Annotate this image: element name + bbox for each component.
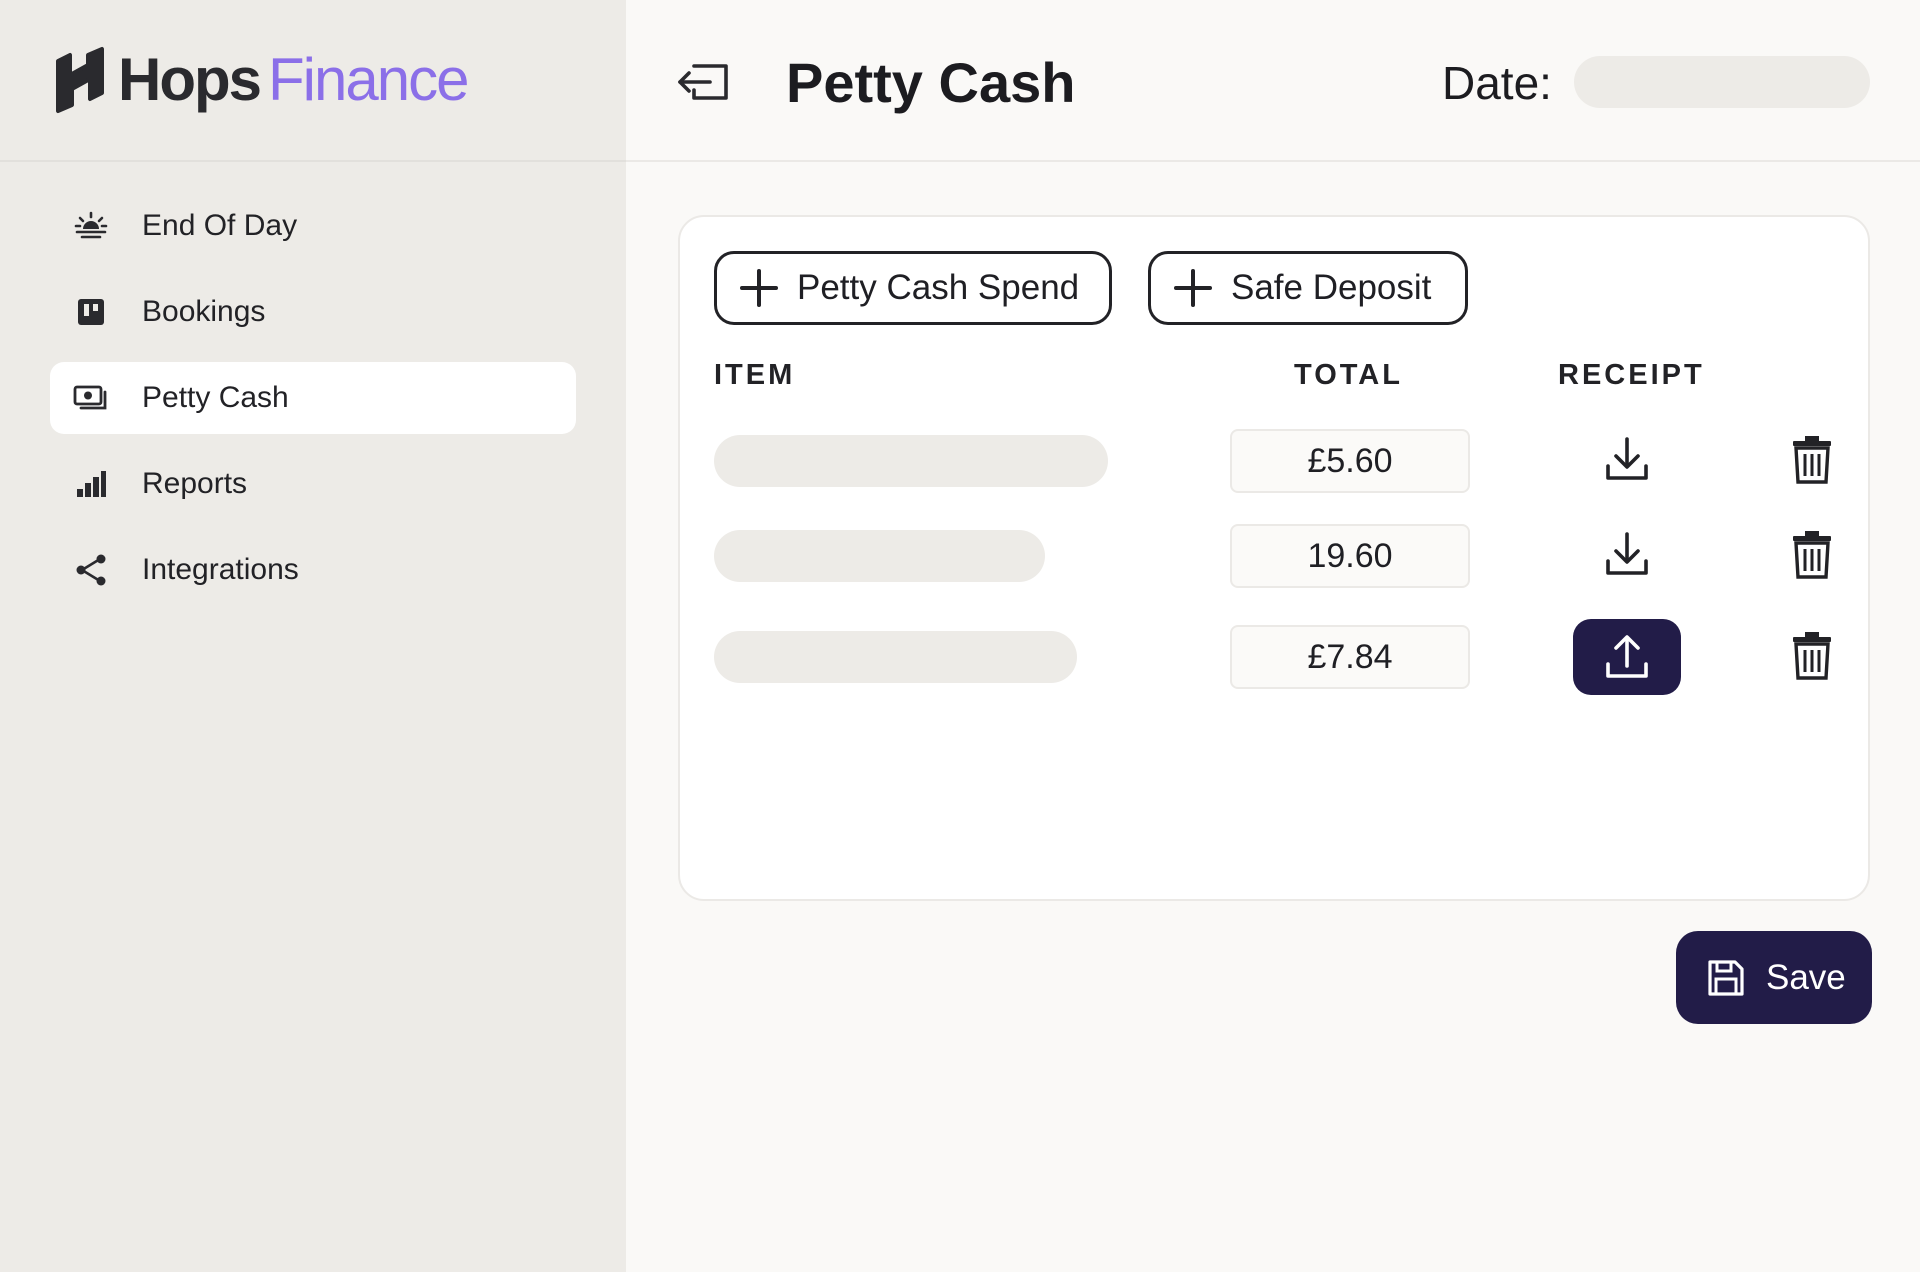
exit-icon — [678, 64, 728, 100]
download-receipt-button[interactable] — [1599, 431, 1655, 487]
date-label: Date: — [1442, 57, 1552, 109]
sidebar-item-label: Petty Cash — [142, 381, 289, 414]
sidebar-item-reports[interactable]: Reports — [50, 448, 576, 520]
upload-receipt-button[interactable] — [1573, 619, 1681, 695]
logo-secondary-text: Finance — [268, 46, 469, 113]
plus-icon — [1174, 269, 1212, 307]
sidebar: Hops Finance End Of Day Bookings Petty C… — [0, 0, 626, 1272]
delete-row-button[interactable] — [1784, 431, 1840, 487]
download-icon — [1606, 437, 1648, 480]
item-field[interactable] — [714, 530, 1045, 582]
sidebar-item-bookings[interactable]: Bookings — [50, 276, 576, 348]
total-field[interactable]: £7.84 — [1230, 625, 1470, 689]
trash-icon — [1793, 531, 1831, 579]
add-petty-cash-spend-button[interactable]: Petty Cash Spend — [714, 251, 1112, 325]
total-field[interactable]: £5.60 — [1230, 429, 1470, 493]
floppy-disk-icon — [1708, 959, 1744, 996]
delete-row-button[interactable] — [1784, 627, 1840, 683]
logo[interactable]: Hops Finance — [48, 45, 469, 115]
page-header: Petty Cash Date: — [626, 0, 1920, 162]
save-button[interactable]: Save — [1676, 931, 1872, 1024]
trash-icon — [1793, 436, 1831, 484]
button-label: Safe Deposit — [1231, 268, 1432, 307]
sidebar-item-label: Bookings — [142, 295, 266, 328]
delete-row-button[interactable] — [1784, 526, 1840, 582]
sidebar-item-label: Integrations — [142, 553, 299, 586]
column-header-receipt: RECEIPT — [1558, 359, 1705, 391]
save-button-label: Save — [1766, 957, 1846, 997]
item-field[interactable] — [714, 435, 1108, 487]
add-safe-deposit-button[interactable]: Safe Deposit — [1148, 251, 1468, 325]
download-icon — [1606, 532, 1648, 575]
sunrise-icon — [72, 207, 110, 245]
sidebar-item-integrations[interactable]: Integrations — [50, 534, 576, 606]
sidebar-item-end-of-day[interactable]: End Of Day — [50, 190, 576, 262]
total-field[interactable]: 19.60 — [1230, 524, 1470, 588]
column-header-item: ITEM — [714, 359, 796, 391]
share-icon — [72, 551, 110, 589]
bookings-icon — [72, 293, 110, 331]
button-label: Petty Cash Spend — [797, 268, 1080, 307]
logo-primary-text: Hops — [118, 46, 262, 113]
sidebar-item-petty-cash[interactable]: Petty Cash — [50, 362, 576, 434]
petty-cash-card: Petty Cash Spend Safe Deposit ITEM TOTAL… — [678, 215, 1870, 901]
column-header-total: TOTAL — [1294, 359, 1403, 391]
item-field[interactable] — [714, 631, 1077, 683]
sidebar-header: Hops Finance — [0, 0, 626, 162]
trash-icon — [1793, 632, 1831, 680]
upload-icon — [1606, 635, 1648, 678]
hops-logo-icon — [56, 47, 104, 113]
sidebar-nav: End Of Day Bookings Petty Cash Reports I… — [0, 162, 626, 606]
date-field[interactable] — [1574, 56, 1870, 108]
download-receipt-button[interactable] — [1599, 526, 1655, 582]
bar-chart-icon — [72, 465, 110, 503]
cash-icon — [72, 379, 110, 417]
page-title: Petty Cash — [786, 51, 1076, 114]
sidebar-item-label: End Of Day — [142, 209, 298, 242]
back-button[interactable] — [674, 52, 734, 112]
sidebar-item-label: Reports — [142, 467, 248, 500]
plus-icon — [740, 269, 778, 307]
